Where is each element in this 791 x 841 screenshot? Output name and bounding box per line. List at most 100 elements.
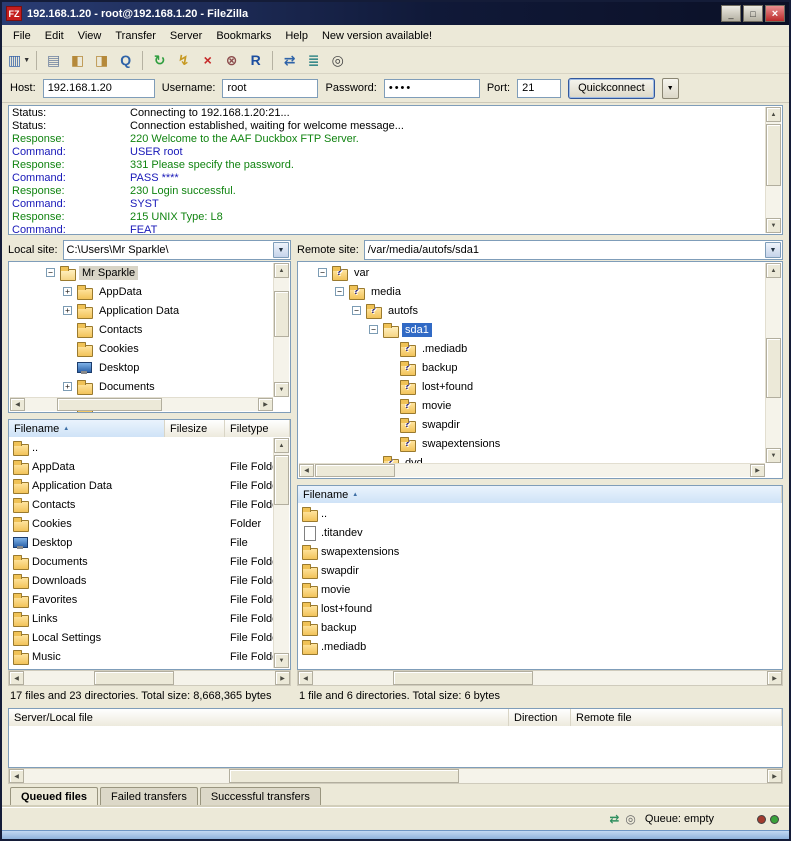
title-bar[interactable]: FZ 192.168.1.20 - root@192.168.1.20 - Fi… — [2, 2, 789, 25]
tree-row[interactable]: +AppData — [12, 282, 272, 301]
close-button[interactable]: × — [765, 5, 785, 22]
menu-item-new-version-available[interactable]: New version available! — [315, 27, 439, 45]
scrollbar-thumb[interactable] — [766, 338, 781, 398]
queue-column-header-direction[interactable]: Direction — [509, 709, 571, 726]
list-row[interactable]: swapdir — [299, 561, 781, 580]
queue-column-header-server-local-file[interactable]: Server/Local file — [9, 709, 509, 726]
scroll-right-icon[interactable]: ▶ — [275, 671, 290, 685]
tab-successful-transfers[interactable]: Successful transfers — [200, 787, 321, 807]
scroll-left-icon[interactable]: ◀ — [299, 464, 314, 477]
tree-row[interactable]: −?autofs — [301, 301, 764, 320]
tree-row[interactable]: −sda1 — [301, 320, 764, 339]
list-row[interactable]: Application DataFile Folder — [10, 476, 273, 495]
site-manager-button[interactable]: ▥▼ — [7, 49, 31, 71]
list-row[interactable]: AppDataFile Folder — [10, 457, 273, 476]
column-header-filename[interactable]: Filename▲ — [298, 486, 782, 503]
refresh-button[interactable]: ↻ — [148, 49, 171, 71]
local-tree-hscrollbar[interactable]: ◀▶ — [10, 397, 273, 411]
tree-expander-icon[interactable]: + — [63, 382, 72, 391]
scroll-right-icon[interactable]: ▶ — [258, 398, 273, 411]
tree-row[interactable]: Desktop — [12, 358, 272, 377]
column-header-filesize[interactable]: Filesize — [165, 420, 225, 437]
tree-row[interactable]: ?.mediadb — [301, 339, 764, 358]
list-row[interactable]: .. — [10, 438, 273, 457]
tree-row[interactable]: +Documents — [12, 377, 272, 396]
local-list-vscrollbar[interactable]: ▲▼ — [273, 438, 289, 668]
local-site-combo-arrow-icon[interactable]: ▼ — [273, 242, 289, 258]
find-files-button[interactable]: ◎ — [326, 49, 349, 71]
scrollbar-thumb[interactable] — [315, 464, 395, 477]
port-input[interactable] — [517, 79, 561, 98]
remote-site-combo-arrow-icon[interactable]: ▼ — [765, 242, 781, 258]
message-log-scrollbar[interactable]: ▲▼ — [765, 107, 781, 233]
tree-expander-icon[interactable]: − — [335, 287, 344, 296]
column-header-filetype[interactable]: Filetype — [225, 420, 290, 437]
process-queue-button[interactable]: ↯ — [172, 49, 195, 71]
local-site-combo[interactable]: C:\Users\Mr Sparkle\ ▼ — [63, 240, 291, 260]
tree-row[interactable]: ?backup — [301, 358, 764, 377]
quickconnect-dropdown-icon[interactable]: ▼ — [662, 78, 679, 99]
scrollbar-thumb[interactable] — [274, 455, 289, 505]
tree-row[interactable]: ?movie — [301, 396, 764, 415]
queue-column-header-remote-file[interactable]: Remote file — [571, 709, 782, 726]
message-log-toggle-button[interactable]: ▤ — [42, 49, 65, 71]
tree-expander-icon[interactable]: − — [352, 306, 361, 315]
list-row[interactable]: lost+found — [299, 599, 781, 618]
scroll-up-icon[interactable]: ▲ — [766, 263, 781, 278]
scrollbar-thumb[interactable] — [94, 671, 174, 685]
tree-expander-icon[interactable]: + — [63, 287, 72, 296]
local-tree-vscrollbar[interactable]: ▲▼ — [273, 263, 289, 397]
column-header-filename[interactable]: Filename▲ — [9, 420, 165, 437]
scroll-left-icon[interactable]: ◀ — [9, 671, 24, 685]
menu-item-bookmarks[interactable]: Bookmarks — [209, 27, 278, 45]
tree-row[interactable]: −?media — [301, 282, 764, 301]
local-tree-toggle-button[interactable]: ◧ — [66, 49, 89, 71]
remote-list-hscrollbar[interactable]: ◀▶ — [297, 670, 783, 686]
scroll-left-icon[interactable]: ◀ — [9, 769, 24, 783]
remote-tree-toggle-button[interactable]: ◨ — [90, 49, 113, 71]
menu-item-file[interactable]: File — [6, 27, 38, 45]
scroll-left-icon[interactable]: ◀ — [298, 671, 313, 685]
scroll-right-icon[interactable]: ▶ — [767, 671, 782, 685]
list-row[interactable]: .mediadb — [299, 637, 781, 656]
scroll-left-icon[interactable]: ◀ — [10, 398, 25, 411]
queue-hscrollbar[interactable]: ◀▶ — [8, 768, 783, 784]
list-row[interactable]: ContactsFile Folder — [10, 495, 273, 514]
reconnect-button[interactable]: R — [244, 49, 267, 71]
tab-failed-transfers[interactable]: Failed transfers — [100, 787, 198, 807]
scroll-right-icon[interactable]: ▶ — [767, 769, 782, 783]
scroll-up-icon[interactable]: ▲ — [766, 107, 781, 122]
transfer-direction-icon[interactable]: ⇄ — [609, 812, 619, 826]
tree-row[interactable]: ?lost+found — [301, 377, 764, 396]
queue-toggle-button[interactable]: Q — [114, 49, 137, 71]
dropdown-arrow-icon[interactable]: ▼ — [23, 57, 30, 64]
list-row[interactable]: MusicFile Folder — [10, 647, 273, 666]
scroll-down-icon[interactable]: ▼ — [274, 653, 289, 668]
scroll-down-icon[interactable]: ▼ — [766, 448, 781, 463]
scroll-up-icon[interactable]: ▲ — [274, 438, 289, 453]
list-row[interactable]: FavoritesFile Folder — [10, 590, 273, 609]
list-row[interactable]: movie — [299, 580, 781, 599]
tree-expander-icon[interactable]: − — [369, 325, 378, 334]
scrollbar-thumb[interactable] — [274, 291, 289, 337]
list-row[interactable]: .. — [299, 504, 781, 523]
menu-item-server[interactable]: Server — [163, 27, 209, 45]
scrollbar-thumb[interactable] — [57, 398, 162, 411]
tree-row[interactable]: Cookies — [12, 339, 272, 358]
remote-tree-vscrollbar[interactable]: ▲▼ — [765, 263, 781, 463]
list-row[interactable]: DocumentsFile Folder — [10, 552, 273, 571]
scroll-down-icon[interactable]: ▼ — [766, 218, 781, 233]
tree-row[interactable]: −Mr Sparkle — [12, 263, 272, 282]
maximize-button[interactable]: □ — [743, 5, 763, 22]
menu-item-edit[interactable]: Edit — [38, 27, 71, 45]
scrollbar-thumb[interactable] — [766, 124, 781, 186]
scrollbar-thumb[interactable] — [393, 671, 533, 685]
list-row[interactable]: DesktopFile — [10, 533, 273, 552]
tree-row[interactable]: ?swapdir — [301, 415, 764, 434]
menu-item-help[interactable]: Help — [278, 27, 315, 45]
scrollbar-thumb[interactable] — [229, 769, 459, 783]
host-input[interactable] — [43, 79, 155, 98]
scroll-right-icon[interactable]: ▶ — [750, 464, 765, 477]
cancel-button[interactable]: × — [196, 49, 219, 71]
list-row[interactable]: .titandev — [299, 523, 781, 542]
